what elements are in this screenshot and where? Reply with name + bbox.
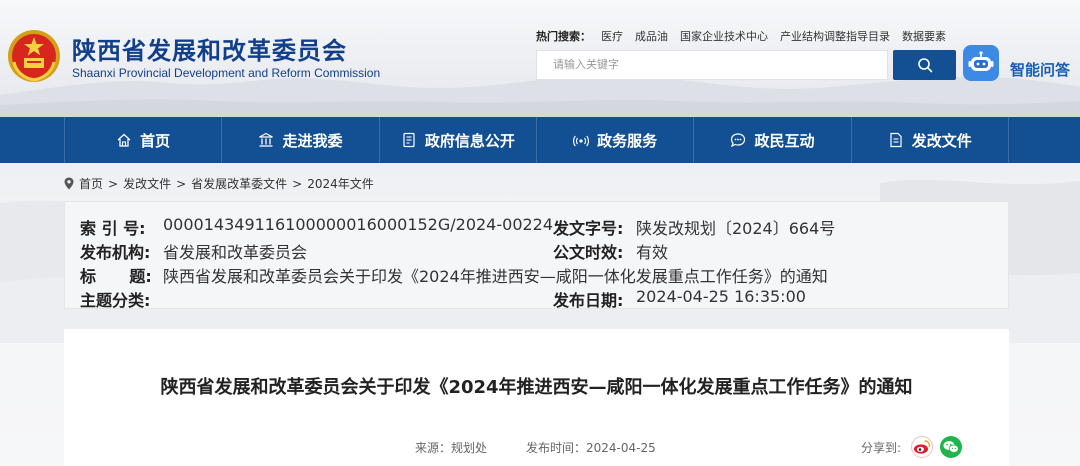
- hot-keyword-link[interactable]: 数据要素: [902, 28, 946, 44]
- nav-item-interaction[interactable]: 政民互动: [694, 117, 852, 163]
- hot-search-bar: 热门搜索： 医疗 成品油 国家企业技术中心 产业结构调整指导目录 数据要素: [536, 28, 946, 44]
- validity-value: 有效: [636, 243, 669, 262]
- breadcrumb-separator: >: [292, 176, 303, 191]
- validity-label: 公文时效:: [553, 243, 624, 262]
- hot-keyword-link[interactable]: 产业结构调整指导目录: [780, 28, 890, 44]
- breadcrumb-separator: >: [176, 176, 187, 191]
- breadcrumb-link-documents[interactable]: 发改文件: [123, 175, 171, 192]
- nav-item-label: 走进我委: [282, 131, 343, 150]
- file-icon: [890, 132, 902, 148]
- doc-number-label: 发文字号:: [553, 219, 624, 238]
- robot-icon: [968, 51, 994, 71]
- title-value: 陕西省发展和改革委员会关于印发《2024年推进西安—咸阳一体化发展重点工作任务》…: [163, 267, 828, 286]
- title-label: 标 题:: [80, 267, 152, 286]
- issuer-value: 省发展和改革委员会: [163, 243, 308, 262]
- index-number-value: 000014349116100000016000152G/2024-00224: [163, 215, 554, 234]
- topic-label: 主题分类:: [80, 291, 151, 310]
- breadcrumb-link-2024-docs[interactable]: 2024年文件: [307, 175, 374, 192]
- home-icon: [117, 133, 131, 147]
- document-icon: [403, 132, 415, 148]
- site-title: 陕西省发展和改革委员会: [72, 37, 347, 65]
- nav-item-about[interactable]: 走进我委: [222, 117, 380, 163]
- article-source: 来源：规划处: [415, 441, 488, 455]
- doc-number-value: 陕发改规划〔2024〕664号: [636, 219, 836, 238]
- search-icon: [917, 58, 932, 73]
- hot-keyword-link[interactable]: 国家企业技术中心: [680, 28, 768, 44]
- broadcast-icon: [573, 135, 590, 147]
- weibo-icon: [914, 440, 931, 454]
- search-button[interactable]: [893, 50, 956, 80]
- building-icon: [259, 132, 274, 147]
- nav-item-label: 政民互动: [754, 131, 815, 150]
- nav-item-label: 政府信息公开: [424, 131, 515, 150]
- wechat-icon: [943, 441, 959, 453]
- hot-keyword-link[interactable]: 成品油: [635, 28, 668, 44]
- document-metadata: 索 引 号: 000014349116100000016000152G/2024…: [64, 201, 1009, 310]
- breadcrumb: 首页 > 发改文件 > 省发展改革委文件 > 2024年文件: [64, 175, 374, 192]
- nav-item-label: 发改文件: [911, 131, 972, 150]
- breadcrumb-separator: >: [108, 176, 119, 191]
- nav-item-documents[interactable]: 发改文件: [852, 117, 1009, 163]
- site-subtitle: Shaanxi Provincial Development and Refor…: [72, 66, 381, 80]
- chat-icon: [731, 133, 746, 148]
- share-weibo-button[interactable]: [911, 436, 933, 458]
- share-wechat-button[interactable]: [940, 436, 962, 458]
- main-nav: 首页 走进我委 政府信息公开 政务服务 政民互动 发改文件: [0, 117, 1080, 163]
- nav-item-gov-info[interactable]: 政府信息公开: [380, 117, 537, 163]
- search-input[interactable]: 请输入关键字: [536, 50, 888, 80]
- site-header: 陕西省发展和改革委员会 Shaanxi Provincial Developme…: [0, 0, 1080, 117]
- hot-search-label: 热门搜索：: [536, 30, 591, 43]
- index-number-label: 索 引 号:: [80, 219, 146, 238]
- location-pin-icon: [64, 177, 74, 190]
- article-publish-time: 发布时间：2024-04-25: [526, 441, 656, 455]
- share-label: 分享到:: [861, 441, 902, 455]
- breadcrumb-link-commission-docs[interactable]: 省发展改革委文件: [191, 175, 287, 192]
- nav-item-services[interactable]: 政务服务: [537, 117, 695, 163]
- nav-item-home[interactable]: 首页: [64, 117, 223, 163]
- hot-keyword-link[interactable]: 医疗: [601, 28, 623, 44]
- national-emblem-logo: [8, 30, 60, 82]
- smart-qa-link[interactable]: 智能问答: [1010, 59, 1070, 80]
- publish-date-label: 发布日期:: [553, 291, 624, 310]
- nav-item-label: 政务服务: [597, 131, 658, 150]
- breadcrumb-link-home[interactable]: 首页: [79, 175, 103, 192]
- article-panel: 陕西省发展和改革委员会关于印发《2024年推进西安—咸阳一体化发展重点工作任务》…: [64, 329, 1009, 466]
- robot-assistant-button[interactable]: [963, 45, 999, 81]
- publish-date-value: 2024-04-25 16:35:00: [636, 287, 806, 306]
- issuer-label: 发布机构:: [80, 243, 151, 262]
- nav-item-label: 首页: [140, 131, 171, 150]
- article-title: 陕西省发展和改革委员会关于印发《2024年推进西安—咸阳一体化发展重点工作任务》…: [160, 377, 913, 398]
